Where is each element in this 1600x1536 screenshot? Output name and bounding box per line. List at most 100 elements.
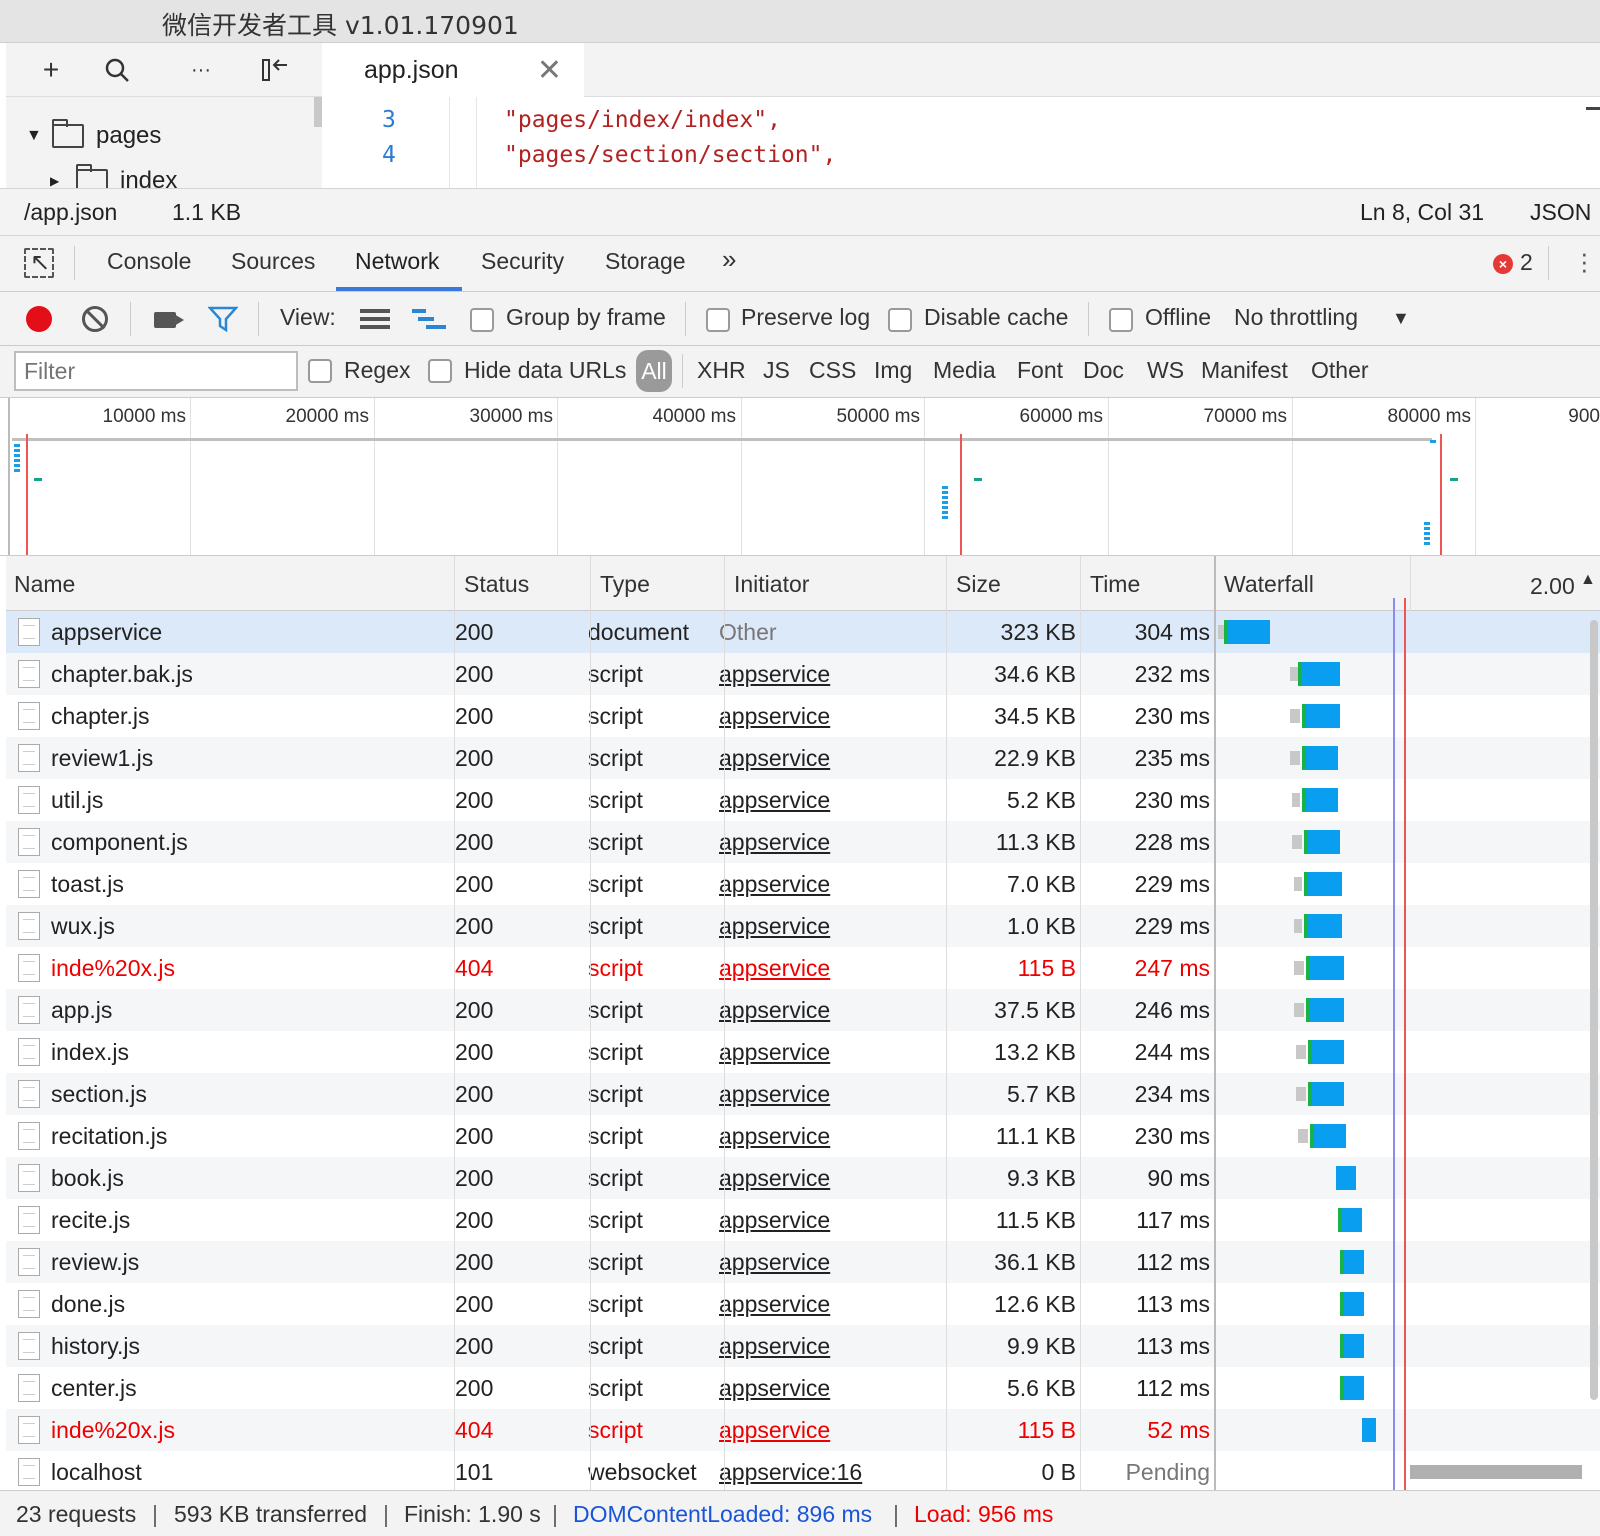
tree-scrollbar[interactable]	[314, 97, 322, 127]
more-tabs-icon[interactable]: »	[722, 244, 736, 275]
filter-type-xhr[interactable]: XHR	[697, 357, 746, 384]
error-count[interactable]: 2	[1520, 249, 1533, 276]
caret-down-icon[interactable]: ▼	[26, 127, 52, 145]
table-row[interactable]: appservice 200 document Other 323 KB 304 ms	[6, 611, 1600, 653]
table-row[interactable]: inde%20x.js 404 script appservice 115 B 52 ms	[6, 1409, 1600, 1451]
caret-right-icon[interactable]: ▶	[50, 174, 76, 188]
table-row[interactable]: done.js 200 script appservice 12.6 KB 113 ms	[6, 1283, 1600, 1325]
cell-initiator[interactable]: appservice	[719, 745, 830, 772]
filter-type-css[interactable]: CSS	[809, 357, 856, 384]
cell-initiator[interactable]: appservice	[719, 1039, 830, 1066]
table-row[interactable]: inde%20x.js 404 script appservice 115 B 247 m…	[6, 947, 1600, 989]
preserve-log-checkbox[interactable]	[706, 308, 730, 332]
screenshot-camera-icon[interactable]	[154, 312, 184, 328]
kebab-menu-icon[interactable]: · · ·	[1580, 240, 1590, 282]
tab-sources[interactable]: Sources	[231, 248, 315, 275]
hide-data-urls-checkbox[interactable]	[428, 359, 452, 383]
table-row[interactable]: localhost 101 websocket appservice:16 0 B Pen…	[6, 1451, 1600, 1490]
cell-initiator[interactable]: appservice	[719, 1123, 830, 1150]
cell-initiator[interactable]: appservice	[719, 787, 830, 814]
table-row[interactable]: center.js 200 script appservice 5.6 KB 112 ms	[6, 1367, 1600, 1409]
filter-input[interactable]	[14, 351, 298, 391]
cell-initiator[interactable]: appservice	[719, 997, 830, 1024]
cell-initiator[interactable]: appservice	[719, 1417, 830, 1444]
cell-initiator[interactable]: appservice	[719, 1165, 830, 1192]
column-header-name[interactable]: Name	[14, 571, 75, 598]
cell-initiator[interactable]: appservice	[719, 829, 830, 856]
column-header-type[interactable]: Type	[600, 571, 650, 598]
tab-app-json[interactable]: app.json ✕	[324, 43, 584, 97]
column-header-time[interactable]: Time	[1090, 571, 1140, 598]
disable-cache-checkbox[interactable]	[888, 308, 912, 332]
table-row[interactable]: recitation.js 200 script appservice 11.1 KB 2…	[6, 1115, 1600, 1157]
filter-type-manifest[interactable]: Manifest	[1201, 357, 1288, 384]
filter-funnel-icon[interactable]	[207, 306, 239, 339]
list-view-icon[interactable]	[360, 309, 390, 329]
table-row[interactable]: section.js 200 script appservice 5.7 KB 234 m…	[6, 1073, 1600, 1115]
cell-initiator[interactable]: appservice	[719, 703, 830, 730]
column-header-status[interactable]: Status	[464, 571, 529, 598]
table-row[interactable]: toast.js 200 script appservice 7.0 KB 229 ms	[6, 863, 1600, 905]
cell-initiator[interactable]: appservice	[719, 871, 830, 898]
cell-initiator[interactable]: appservice	[719, 1081, 830, 1108]
tree-folder-index[interactable]: ▶ index	[50, 164, 177, 188]
close-icon[interactable]: ✕	[537, 53, 562, 88]
collapse-sidebar-icon[interactable]	[256, 51, 294, 89]
cell-initiator[interactable]: appservice	[719, 913, 830, 940]
offline-checkbox[interactable]	[1109, 308, 1133, 332]
filter-type-media[interactable]: Media	[933, 357, 996, 384]
column-header-size[interactable]: Size	[956, 571, 1001, 598]
table-row[interactable]: app.js 200 script appservice 37.5 KB 246 ms	[6, 989, 1600, 1031]
cell-initiator[interactable]: appservice:16	[719, 1459, 862, 1486]
cell-initiator[interactable]: appservice	[719, 1207, 830, 1234]
tree-folder-pages[interactable]: ▼ pages	[26, 119, 161, 150]
table-scrollbar[interactable]	[1590, 620, 1598, 1400]
waterfall-view-icon[interactable]	[412, 309, 448, 335]
language-mode[interactable]: JSON	[1530, 199, 1591, 226]
filter-type-js[interactable]: JS	[763, 357, 790, 384]
filter-type-doc[interactable]: Doc	[1083, 357, 1124, 384]
cell-initiator[interactable]: appservice	[719, 1333, 830, 1360]
cell-initiator[interactable]: appservice	[719, 1375, 830, 1402]
more-icon[interactable]: ···	[182, 51, 220, 89]
throttling-select[interactable]: No throttling	[1234, 304, 1358, 331]
table-row[interactable]: history.js 200 script appservice 9.9 KB 113 m…	[6, 1325, 1600, 1367]
group-by-frame-checkbox[interactable]	[470, 308, 494, 332]
tab-network[interactable]: Network	[355, 248, 439, 275]
regex-checkbox[interactable]	[308, 359, 332, 383]
cell-initiator[interactable]: appservice	[719, 955, 830, 982]
filter-type-img[interactable]: Img	[874, 357, 912, 384]
table-row[interactable]: review.js 200 script appservice 36.1 KB 112 m…	[6, 1241, 1600, 1283]
chevron-down-icon[interactable]: ▼	[1392, 308, 1410, 329]
inspect-element-icon[interactable]	[24, 248, 54, 278]
column-header-waterfall[interactable]: Waterfall	[1224, 571, 1314, 598]
sort-up-icon[interactable]: ▲	[1580, 571, 1596, 589]
table-row[interactable]: recite.js 200 script appservice 11.5 KB 117 m…	[6, 1199, 1600, 1241]
filter-type-ws[interactable]: WS	[1147, 357, 1184, 384]
table-row[interactable]: book.js 200 script appservice 9.3 KB 90 ms	[6, 1157, 1600, 1199]
code-editor[interactable]: 3 4 "pages/index/index", "pages/section/…	[324, 97, 1600, 188]
table-row[interactable]: wux.js 200 script appservice 1.0 KB 229 ms	[6, 905, 1600, 947]
table-row[interactable]: util.js 200 script appservice 5.2 KB 230 ms	[6, 779, 1600, 821]
tab-storage[interactable]: Storage	[605, 248, 686, 275]
tab-console[interactable]: Console	[107, 248, 191, 275]
cell-initiator[interactable]: appservice	[719, 661, 830, 688]
table-row[interactable]: chapter.js 200 script appservice 34.5 KB 230 …	[6, 695, 1600, 737]
error-icon[interactable]: ×	[1493, 254, 1513, 274]
network-overview[interactable]: 10000 ms 20000 ms 30000 ms 40000 ms 5000…	[0, 398, 1600, 556]
record-icon[interactable]	[26, 306, 52, 332]
filter-type-font[interactable]: Font	[1017, 357, 1063, 384]
table-row[interactable]: chapter.bak.js 200 script appservice 34.6 KB…	[6, 653, 1600, 695]
clear-icon[interactable]	[82, 306, 108, 332]
search-icon[interactable]	[98, 51, 136, 89]
table-row[interactable]: component.js 200 script appservice 11.3 KB 22…	[6, 821, 1600, 863]
add-icon[interactable]: +	[32, 51, 70, 89]
cell-initiator[interactable]: appservice	[719, 1249, 830, 1276]
filter-type-all[interactable]: All	[636, 350, 672, 392]
table-row[interactable]: review1.js 200 script appservice 22.9 KB 235 …	[6, 737, 1600, 779]
filter-type-other[interactable]: Other	[1311, 357, 1369, 384]
column-header-initiator[interactable]: Initiator	[734, 571, 809, 598]
cell-initiator[interactable]: appservice	[719, 1291, 830, 1318]
tab-security[interactable]: Security	[481, 248, 564, 275]
table-row[interactable]: index.js 200 script appservice 13.2 KB 244 ms	[6, 1031, 1600, 1073]
